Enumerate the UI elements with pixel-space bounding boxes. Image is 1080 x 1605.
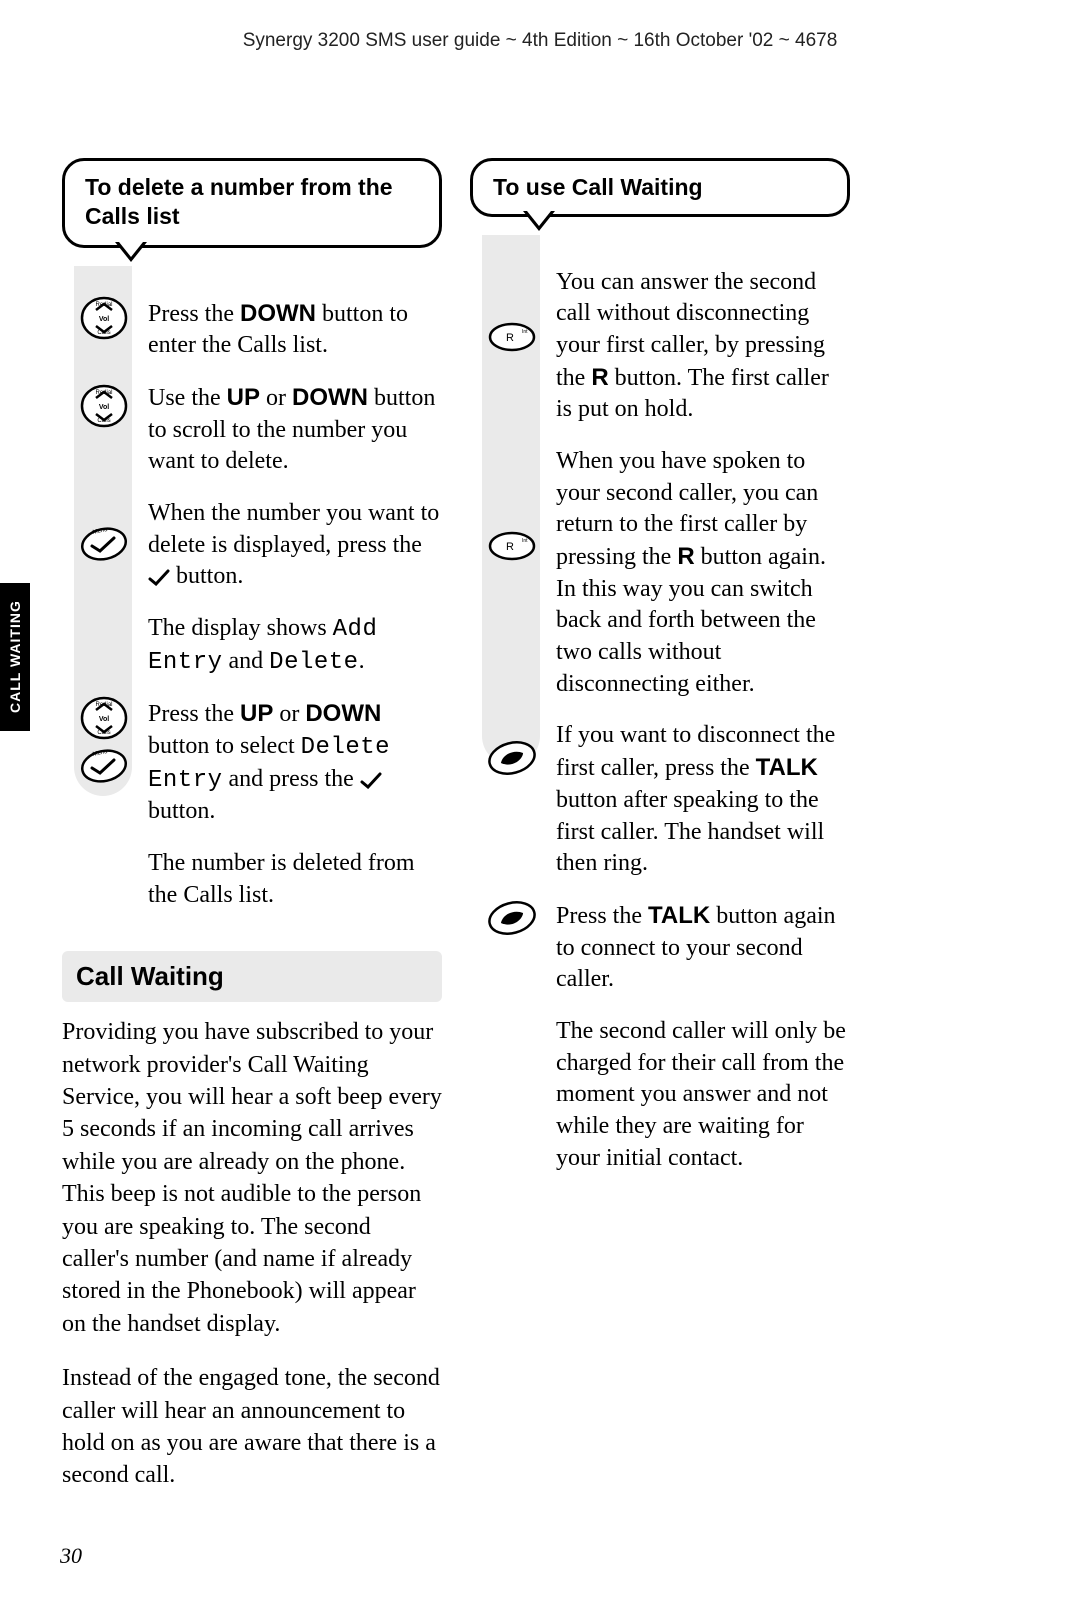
- menu-check-button-icon: [78, 746, 130, 786]
- right-p2: When you have spoken to your second call…: [556, 446, 850, 700]
- right-p1: You can answer the second call without d…: [556, 267, 850, 426]
- right-p4: Press the TALK button again to connect t…: [556, 900, 850, 996]
- step-5: Press the UP or DOWN button to select De…: [148, 698, 442, 828]
- vol-button-icon: [78, 694, 130, 742]
- right-p3: If you want to disconnect the first call…: [556, 720, 850, 879]
- step-6: The number is deleted from the Calls lis…: [148, 848, 442, 911]
- call-waiting-para-1: Providing you have subscribed to your ne…: [62, 1016, 442, 1340]
- callout-delete-number: To delete a number from the Calls list: [62, 158, 442, 248]
- callout-title: To use Call Waiting: [493, 174, 703, 200]
- page-number: 30: [60, 1543, 82, 1569]
- check-icon: [360, 772, 382, 789]
- talk-button-icon: [486, 740, 538, 776]
- r-button-icon: [486, 321, 538, 353]
- menu-check-button-icon: [78, 524, 130, 564]
- callout-title: To delete a number from the Calls list: [85, 174, 393, 229]
- r-button-icon: [486, 530, 538, 562]
- vol-button-icon: [78, 294, 130, 342]
- call-waiting-para-2: Instead of the engaged tone, the second …: [62, 1362, 442, 1492]
- step-3: When the number you want to delete is di…: [148, 498, 442, 593]
- step-1: Press the DOWN button to enter the Calls…: [148, 298, 442, 362]
- running-header: Synergy 3200 SMS user guide ~ 4th Editio…: [0, 30, 1080, 52]
- step-2: Use the UP or DOWN button to scroll to t…: [148, 382, 442, 478]
- step-4: The display shows Add Entry and Delete.: [148, 613, 442, 678]
- talk-button-icon: [486, 900, 538, 936]
- section-heading-call-waiting: Call Waiting: [62, 951, 442, 1002]
- thumb-tab-call-waiting: CALL WAITING: [0, 583, 30, 731]
- vol-button-icon: [78, 382, 130, 430]
- right-p5: The second caller will only be charged f…: [556, 1016, 850, 1174]
- check-icon: [148, 569, 170, 586]
- callout-use-call-waiting: To use Call Waiting: [470, 158, 850, 217]
